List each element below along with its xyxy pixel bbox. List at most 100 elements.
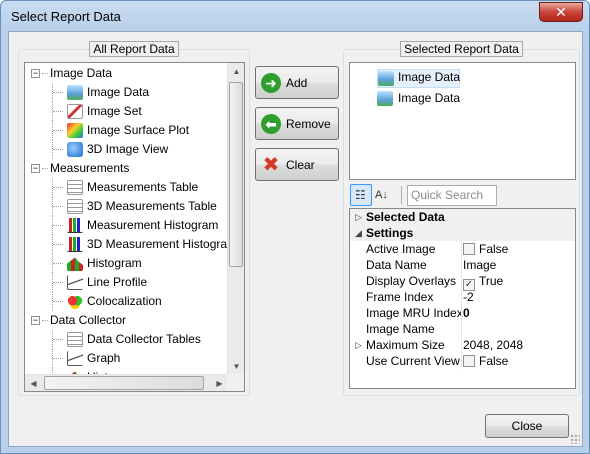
- remove-button[interactable]: ⬅ Remove: [255, 107, 339, 140]
- collapse-toggle-icon[interactable]: −: [31, 164, 40, 173]
- tree-connector: [53, 263, 63, 264]
- tree-node-label: Measurements: [50, 161, 130, 175]
- property-row[interactable]: Data Name Image: [350, 257, 575, 273]
- all-report-data-group: All Report Data − Image Data Image Data Ima…: [18, 41, 250, 396]
- image-data-icon: [67, 85, 83, 100]
- tree-connector: [42, 320, 48, 321]
- property-name: Display Overlays: [366, 274, 457, 288]
- selected-report-data-group: Selected Report Data Image Data Image Da…: [343, 41, 580, 396]
- tree-item-label: Image Set: [87, 104, 142, 118]
- property-value[interactable]: Image: [463, 257, 496, 273]
- dialog-window: Select Report Data ✕ All Report Data − Im…: [0, 0, 590, 454]
- vertical-scroll-thumb[interactable]: [229, 82, 243, 267]
- table-icon: [67, 199, 83, 214]
- property-value[interactable]: -2: [463, 289, 474, 305]
- property-row[interactable]: Use Current View False: [350, 353, 575, 369]
- column-divider: [461, 257, 462, 273]
- close-button[interactable]: Close: [485, 414, 569, 438]
- collapse-icon: ◢: [355, 228, 362, 238]
- colocalization-icon: [67, 294, 83, 309]
- property-value[interactable]: False: [463, 241, 508, 257]
- tree-connector: [53, 111, 63, 112]
- add-button[interactable]: ➜ Add: [255, 66, 339, 99]
- tree-item-label: Histogram: [87, 256, 142, 270]
- collapse-toggle-icon[interactable]: −: [31, 316, 40, 325]
- property-value-text: True: [479, 274, 504, 288]
- remove-button-label: Remove: [286, 117, 331, 131]
- property-name: Image Name: [366, 322, 435, 336]
- checkbox-unchecked-icon[interactable]: [463, 355, 475, 367]
- report-data-tree[interactable]: − Image Data Image Data Image Set Image Surf…: [24, 62, 245, 392]
- property-row[interactable]: Image Name: [350, 321, 575, 337]
- expand-icon: ▷: [355, 212, 362, 222]
- scroll-left-icon[interactable]: ◀: [25, 375, 42, 391]
- property-row[interactable]: Image MRU Index 0: [350, 305, 575, 321]
- scrollbar-corner: [227, 374, 244, 391]
- property-value[interactable]: 2048, 2048: [463, 337, 523, 353]
- resize-grip[interactable]: [570, 434, 580, 444]
- property-grid-toolbar: ☷ A↓ Quick Search: [349, 182, 576, 208]
- cube-icon: [67, 142, 83, 157]
- collapse-toggle-icon[interactable]: −: [31, 69, 40, 78]
- tree-connector: [53, 130, 63, 131]
- category-selected-data[interactable]: ▷ Selected Data: [350, 209, 575, 225]
- clear-button[interactable]: ✖ Clear: [255, 148, 339, 181]
- sort-az-icon: A↓: [375, 189, 388, 201]
- property-value-text: False: [479, 242, 509, 256]
- red-x-icon: ✖: [262, 154, 280, 176]
- list-item-label: Image Data: [398, 70, 461, 84]
- quick-search-input[interactable]: Quick Search: [407, 185, 497, 206]
- scroll-right-icon[interactable]: ▶: [211, 375, 228, 391]
- tree-connector: [53, 206, 63, 207]
- tree-vertical-scrollbar[interactable]: ▲ ▼: [227, 63, 244, 375]
- tree-item-label: 3D Image View: [87, 142, 169, 156]
- scroll-up-icon[interactable]: ▲: [228, 63, 244, 80]
- categorized-view-button[interactable]: ☷: [350, 184, 372, 206]
- column-divider: [461, 241, 462, 257]
- property-row[interactable]: ▷ Maximum Size 2048, 2048: [350, 337, 575, 353]
- clear-button-label: Clear: [286, 158, 315, 172]
- column-divider: [461, 289, 462, 305]
- property-value-text: False: [479, 354, 509, 368]
- tree-item-label: Line Profile: [87, 275, 148, 289]
- line-chart-icon: [67, 351, 83, 366]
- tree-horizontal-scrollbar[interactable]: ◀ ▶: [25, 374, 228, 391]
- checkbox-unchecked-icon[interactable]: [463, 243, 475, 255]
- list-item[interactable]: Image Data: [377, 69, 460, 88]
- property-value[interactable]: 0: [463, 305, 470, 321]
- property-value[interactable]: False: [463, 353, 508, 369]
- tree-item-label: Graph: [87, 351, 121, 365]
- title-bar[interactable]: Select Report Data ✕: [1, 1, 589, 31]
- property-value-text: 2048, 2048: [463, 338, 524, 352]
- dialog-body: All Report Data − Image Data Image Data Ima…: [8, 31, 583, 447]
- tree-connector: [53, 244, 63, 245]
- property-name: Image MRU Index: [366, 306, 463, 320]
- histogram-icon: [67, 257, 83, 271]
- column-divider: [461, 305, 462, 321]
- all-report-data-legend: All Report Data: [89, 41, 179, 57]
- line-chart-icon: [67, 275, 83, 290]
- list-item-label: Image Data: [398, 91, 461, 105]
- column-divider: [461, 321, 462, 337]
- column-divider: [461, 337, 462, 353]
- tree-connector: [53, 301, 63, 302]
- image-set-icon: [67, 104, 83, 119]
- alphabetical-view-button[interactable]: A↓: [375, 185, 397, 207]
- selected-data-list[interactable]: Image Data Image Data: [349, 62, 576, 180]
- property-grid[interactable]: ▷ Selected Data ◢ Settings Active Image F…: [349, 208, 576, 389]
- horizontal-scroll-thumb[interactable]: [44, 376, 204, 390]
- property-row[interactable]: Display Overlays ✓ True: [350, 273, 575, 291]
- tree-connector: [53, 187, 63, 188]
- category-label: Selected Data: [366, 210, 445, 224]
- window-close-button[interactable]: ✕: [539, 2, 583, 22]
- category-settings[interactable]: ◢ Settings: [350, 225, 575, 241]
- property-value-text: -2: [463, 290, 474, 304]
- tree-connector: [53, 358, 63, 359]
- property-name: Frame Index: [366, 290, 434, 304]
- property-row[interactable]: Active Image False: [350, 241, 575, 257]
- expand-icon[interactable]: ▷: [355, 337, 362, 353]
- tree-item-label: 3D Measurements Table: [87, 199, 217, 213]
- arrow-right-icon: ➜: [261, 73, 281, 93]
- property-row[interactable]: Frame Index -2: [350, 289, 575, 305]
- scroll-down-icon[interactable]: ▼: [228, 358, 244, 375]
